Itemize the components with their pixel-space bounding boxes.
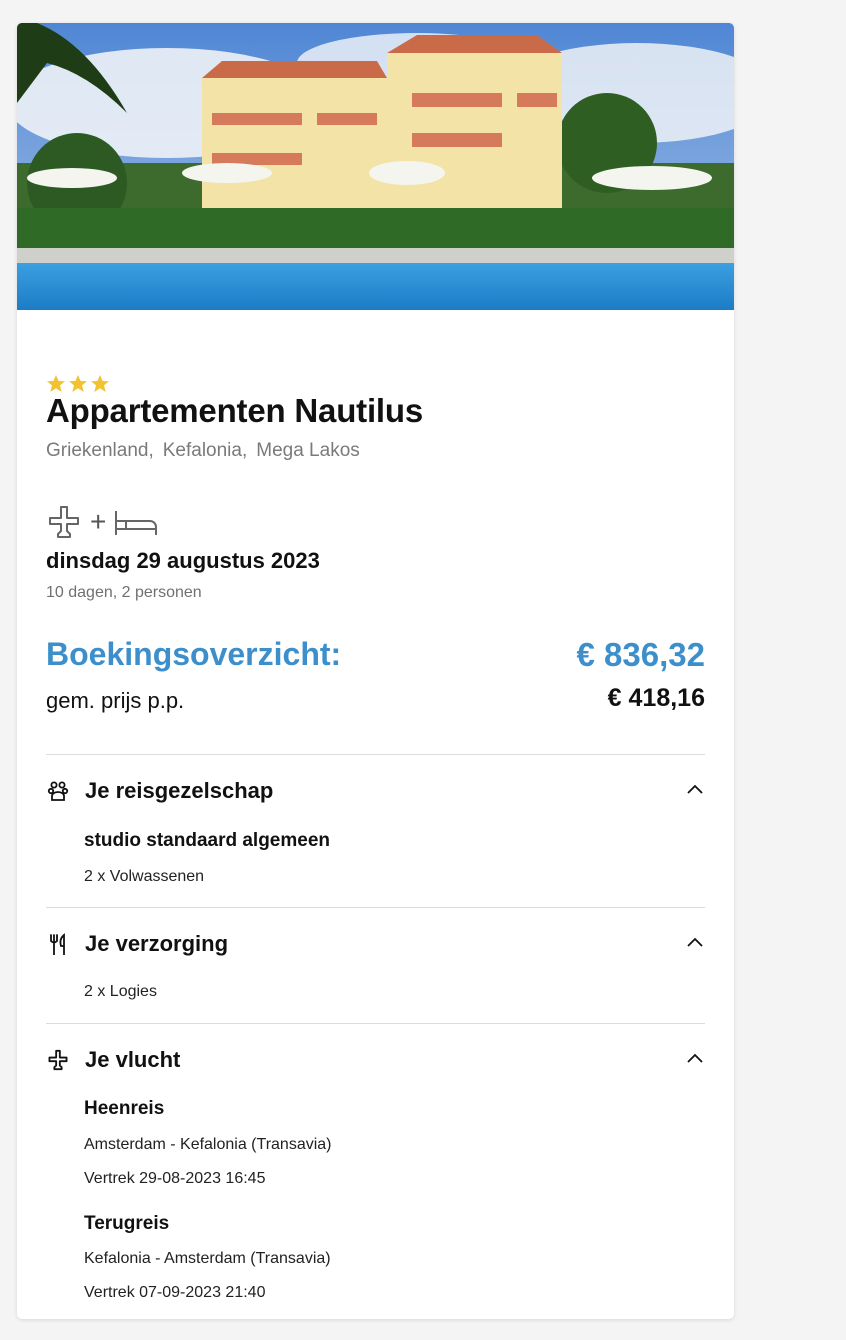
star-icon — [69, 375, 87, 392]
departure-date: dinsdag 29 augustus 2023 — [46, 548, 320, 573]
divider — [46, 907, 705, 908]
location-region: Kefalonia, — [162, 440, 248, 461]
section-board-header[interactable]: Je verzorging — [46, 929, 705, 959]
hotel-name: Appartementen Nautilus — [46, 392, 423, 429]
hotel-location: Griekenland, Kefalonia, Mega Lakos — [46, 440, 360, 462]
outbound-title: Heenreis — [84, 1098, 165, 1119]
star-icon — [91, 375, 109, 392]
booking-overview-label: Boekingsoverzicht: — [46, 636, 342, 672]
plane-icon — [46, 1048, 70, 1072]
hotel-photo — [17, 23, 734, 310]
return-route: Kefalonia - Amsterdam (Transavia) — [84, 1250, 331, 1267]
section-travel-company-header[interactable]: Je reisgezelschap — [46, 776, 705, 806]
package-type: + — [46, 504, 158, 540]
price-per-person-label: gem. prijs p.p. — [46, 688, 185, 713]
plane-icon — [49, 506, 79, 538]
star-rating — [46, 374, 110, 394]
star-icon — [47, 375, 65, 392]
booking-total-price: € 836,32 — [576, 636, 705, 673]
booking-card: Appartementen Nautilus Griekenland, Kefa… — [17, 23, 734, 1319]
plus-sign: + — [90, 506, 107, 537]
divider — [46, 1023, 705, 1024]
outbound-departure: Vertrek 29-08-2023 16:45 — [84, 1170, 266, 1187]
board-type: 2 x Logies — [84, 983, 157, 1000]
room-type: studio standaard algemeen — [84, 830, 331, 851]
return-departure: Vertrek 07-09-2023 21:40 — [84, 1284, 266, 1301]
persons-count: 2 x Volwassenen — [84, 868, 205, 885]
trip-duration: 10 dagen, 2 personen — [46, 584, 202, 601]
outbound-route: Amsterdam - Kefalonia (Transavia) — [84, 1136, 332, 1153]
chevron-up-icon[interactable] — [685, 933, 705, 953]
section-title: Je reisgezelschap — [85, 778, 274, 803]
location-place: Mega Lakos — [256, 440, 360, 461]
chevron-up-icon[interactable] — [685, 780, 705, 800]
bed-icon — [115, 511, 158, 535]
chevron-up-icon[interactable] — [685, 1049, 705, 1069]
group-icon — [46, 779, 70, 803]
section-flight-header[interactable]: Je vlucht — [46, 1045, 705, 1075]
location-country: Griekenland, — [46, 440, 154, 461]
price-per-person: € 418,16 — [607, 684, 705, 712]
divider — [46, 754, 705, 755]
cutlery-icon — [46, 932, 70, 956]
section-title: Je verzorging — [85, 931, 229, 956]
section-title: Je vlucht — [85, 1047, 181, 1072]
return-title: Terugreis — [84, 1213, 170, 1234]
